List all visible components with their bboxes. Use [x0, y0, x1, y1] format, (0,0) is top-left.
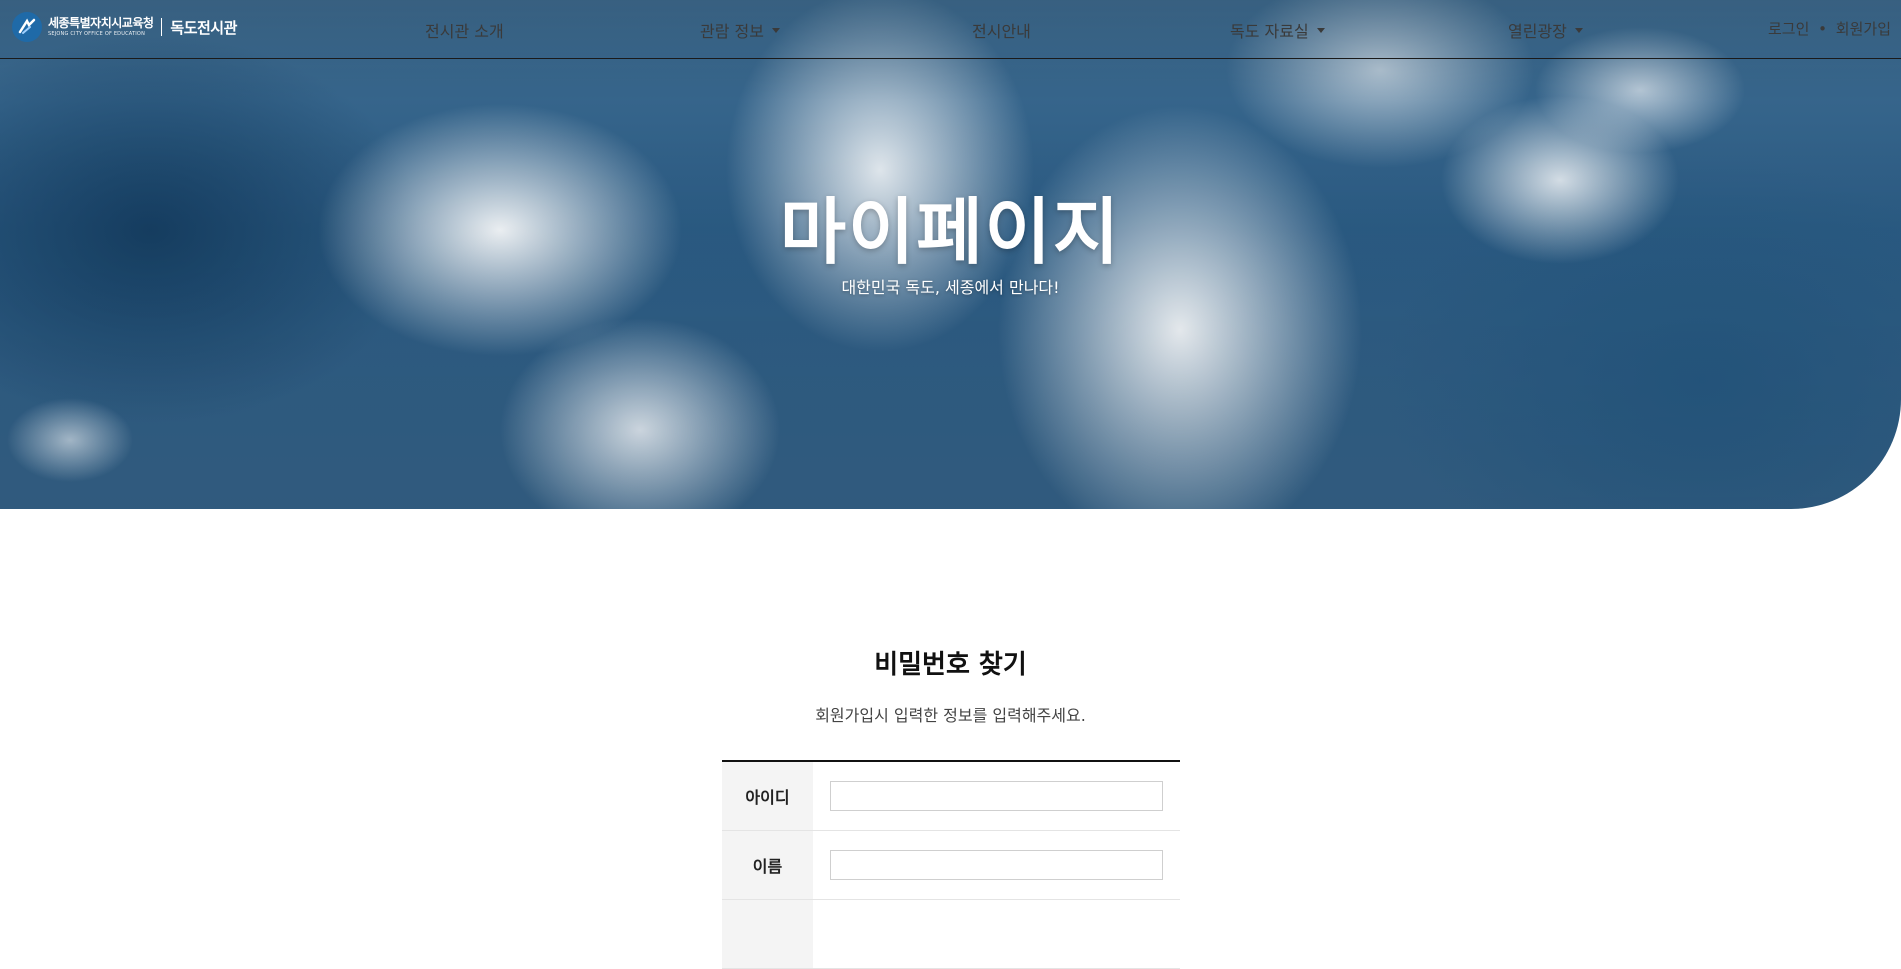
auth-links: 로그인 • 회원가입	[1768, 18, 1891, 39]
logo-divider	[161, 18, 163, 36]
third-field-cell	[813, 900, 1180, 968]
nav-item-dokdo-archive[interactable]: 독도 자료실	[1230, 18, 1325, 42]
site-logo[interactable]: 세종특별자치시교육청 SEJONG CITY OFFICE OF EDUCATI…	[12, 12, 237, 42]
id-label: 아이디	[722, 762, 813, 830]
nav-item-exhibition-intro[interactable]: 전시관 소개	[425, 18, 504, 42]
section-description: 회원가입시 입력한 정보를 입력해주세요.	[815, 706, 1086, 725]
auth-separator: •	[1818, 20, 1828, 38]
chevron-down-icon	[1316, 28, 1325, 33]
section-title: 비밀번호 찾기	[874, 650, 1027, 680]
login-link[interactable]: 로그인	[1768, 20, 1809, 38]
chevron-down-icon	[1574, 28, 1583, 33]
third-label	[722, 900, 813, 968]
nav-item-label: 독도 자료실	[1230, 22, 1309, 41]
nav-item-exhibition-guide[interactable]: 전시안내	[972, 18, 1031, 42]
nav-item-label: 전시안내	[972, 22, 1031, 41]
form-row-third	[722, 900, 1180, 969]
chevron-down-icon	[771, 28, 780, 33]
nav-item-open-square[interactable]: 열린광장	[1508, 18, 1583, 42]
nav-item-label: 관람 정보	[700, 22, 764, 41]
hero-banner: 마이페이지 대한민국 독도, 세종에서 만나다!	[0, 0, 1901, 509]
logo-office-text: 세종특별자치시교육청 SEJONG CITY OFFICE OF EDUCATI…	[48, 16, 154, 38]
nav-item-label: 열린광장	[1508, 22, 1567, 41]
form-row-name: 이름	[722, 831, 1180, 900]
logo-emblem-icon	[12, 12, 42, 42]
top-navigation: 세종특별자치시교육청 SEJONG CITY OFFICE OF EDUCATI…	[0, 0, 1901, 59]
page-subtitle: 대한민국 독도, 세종에서 만나다!	[841, 278, 1060, 297]
name-field-cell	[813, 831, 1180, 899]
nav-item-label: 전시관 소개	[425, 22, 504, 41]
name-label: 이름	[722, 831, 813, 899]
find-password-form: 아이디 이름	[722, 760, 1180, 969]
signup-link[interactable]: 회원가입	[1836, 20, 1891, 38]
id-field-cell	[813, 762, 1180, 830]
nav-item-visit-info[interactable]: 관람 정보	[700, 18, 780, 42]
page-title: 마이페이지	[779, 190, 1122, 274]
name-input[interactable]	[830, 850, 1163, 880]
form-row-id: 아이디	[722, 762, 1180, 831]
logo-office-en: SEJONG CITY OFFICE OF EDUCATION	[48, 31, 146, 37]
logo-museum-name: 독도전시관	[170, 18, 237, 37]
logo-office-ko: 세종특별자치시교육청	[48, 16, 154, 30]
id-input[interactable]	[830, 781, 1163, 811]
